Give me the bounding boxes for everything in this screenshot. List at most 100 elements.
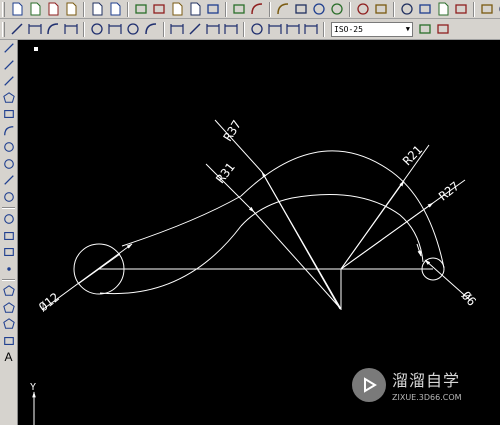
- table-icon[interactable]: [0, 333, 17, 350]
- multiline-text-button[interactable]: A: [0, 349, 17, 366]
- dim-style-value: ISO-25: [334, 24, 363, 34]
- radius-dim-icon[interactable]: [88, 21, 105, 37]
- toolbar-grip[interactable]: [2, 1, 5, 17]
- lower-connector[interactable]: [99, 225, 242, 295]
- leader-r27-head: [340, 202, 434, 270]
- paste-icon[interactable]: [186, 1, 203, 17]
- standard-toolbar: [0, 0, 500, 19]
- gradient-icon[interactable]: [0, 300, 17, 317]
- polygon-icon[interactable]: [0, 90, 17, 107]
- watermark-logo-icon: [352, 367, 386, 402]
- dim-d12-label[interactable]: Ø12: [36, 290, 62, 314]
- arc-icon[interactable]: [0, 123, 17, 140]
- help-icon[interactable]: [496, 1, 500, 17]
- outer-arc[interactable]: [240, 150, 445, 269]
- pickbox: [34, 47, 38, 51]
- leader-r21-head: [340, 180, 405, 270]
- radius-line-r31: [253, 211, 342, 310]
- toolbar-separator: [323, 21, 325, 37]
- make-block-icon[interactable]: [0, 244, 17, 261]
- ellipse-icon[interactable]: [0, 189, 17, 206]
- dim-r37-label[interactable]: R37: [221, 118, 244, 144]
- copy-icon[interactable]: [168, 1, 185, 17]
- toolbar-separator: [2, 207, 15, 209]
- draw-buttons: [0, 40, 17, 349]
- leader-small-arrow: [416, 243, 422, 257]
- dimension-toolbar: ISO-25 ▼: [0, 19, 500, 40]
- toolbar-separator: [83, 21, 85, 37]
- chevron-down-icon[interactable]: ▼: [406, 25, 410, 33]
- ucs-y-label: Y: [30, 382, 36, 393]
- dim-r21-label[interactable]: R21: [400, 143, 425, 168]
- dim-d6-label[interactable]: Ø6: [459, 289, 479, 309]
- toolbar-separator: [225, 1, 227, 17]
- dim-update-icon[interactable]: [302, 21, 319, 37]
- zoom-window-icon[interactable]: [328, 1, 345, 17]
- save-icon[interactable]: [44, 1, 61, 17]
- layer-state-icon[interactable]: [434, 21, 451, 37]
- ellipse-arc-icon[interactable]: [0, 211, 17, 228]
- diameter-dim-icon[interactable]: [124, 21, 141, 37]
- tolerance-icon[interactable]: [222, 21, 239, 37]
- design-center-icon[interactable]: [398, 1, 415, 17]
- toolbar-separator: [349, 1, 351, 17]
- upper-connector[interactable]: [121, 195, 242, 247]
- arc-length-icon[interactable]: [44, 21, 61, 37]
- toolbar-separator: [163, 21, 165, 37]
- dim-r27-label[interactable]: R27: [436, 179, 462, 203]
- new-icon[interactable]: [8, 1, 25, 17]
- block-editor-icon[interactable]: [230, 1, 247, 17]
- aligned-dim-icon[interactable]: [26, 21, 43, 37]
- line-icon[interactable]: [0, 40, 17, 57]
- insert-block-icon[interactable]: [0, 228, 17, 245]
- center-mark-icon[interactable]: [248, 21, 265, 37]
- toolbar-separator: [127, 1, 129, 17]
- dim-edit-icon[interactable]: [266, 21, 283, 37]
- dimension-buttons: [8, 21, 320, 37]
- match-properties-icon[interactable]: [204, 1, 221, 17]
- zoom-previous-icon[interactable]: [354, 1, 371, 17]
- tool-palettes-icon[interactable]: [416, 1, 433, 17]
- linear-dim-icon[interactable]: [8, 21, 25, 37]
- quickcalc-icon[interactable]: [478, 1, 495, 17]
- open-icon[interactable]: [26, 1, 43, 17]
- cut-icon[interactable]: [150, 1, 167, 17]
- 3d-dwf-icon[interactable]: [132, 1, 149, 17]
- point-icon[interactable]: [0, 261, 17, 278]
- baseline-icon[interactable]: [186, 21, 203, 37]
- publish-icon[interactable]: [106, 1, 123, 17]
- print-preview-icon[interactable]: [88, 1, 105, 17]
- ordinate-icon[interactable]: [62, 21, 79, 37]
- zoom-realtime-icon[interactable]: [310, 1, 327, 17]
- properties-icon[interactable]: [372, 1, 389, 17]
- layers-icon[interactable]: [416, 21, 433, 37]
- toolbar-grip[interactable]: [2, 21, 5, 37]
- toolbar-separator: [269, 1, 271, 17]
- dim-r31-label[interactable]: R31: [213, 160, 237, 186]
- angular-dim-icon[interactable]: [142, 21, 159, 37]
- continue-icon[interactable]: [204, 21, 221, 37]
- hatch-icon[interactable]: [0, 283, 17, 300]
- pan-icon[interactable]: [292, 1, 309, 17]
- dim-style-select[interactable]: ISO-25 ▼: [331, 21, 413, 37]
- rectangle-icon[interactable]: [0, 106, 17, 123]
- jogged-icon[interactable]: [106, 21, 123, 37]
- spline-icon[interactable]: [0, 172, 17, 189]
- redo-icon[interactable]: [274, 1, 291, 17]
- print-icon[interactable]: [62, 1, 79, 17]
- region-icon[interactable]: [0, 316, 17, 333]
- construction-line-icon[interactable]: [0, 57, 17, 74]
- toolbar-separator: [473, 1, 475, 17]
- undo-icon[interactable]: [248, 1, 265, 17]
- markup-icon[interactable]: [452, 1, 469, 17]
- dim-text-edit-icon[interactable]: [284, 21, 301, 37]
- toolbar-separator: [243, 21, 245, 37]
- circle-icon[interactable]: [0, 139, 17, 156]
- polyline-icon[interactable]: [0, 73, 17, 90]
- drawing-canvas[interactable]: R37 R31 R21 R27 Ø12 Ø6 Y 溜溜自学 ZIXUE.3D66…: [18, 40, 500, 425]
- leader-r37-tail: [261, 171, 341, 310]
- revision-cloud-icon[interactable]: [0, 156, 17, 173]
- watermark-title: 溜溜自学: [392, 371, 461, 390]
- sheet-set-icon[interactable]: [434, 1, 451, 17]
- quick-dim-icon[interactable]: [168, 21, 185, 37]
